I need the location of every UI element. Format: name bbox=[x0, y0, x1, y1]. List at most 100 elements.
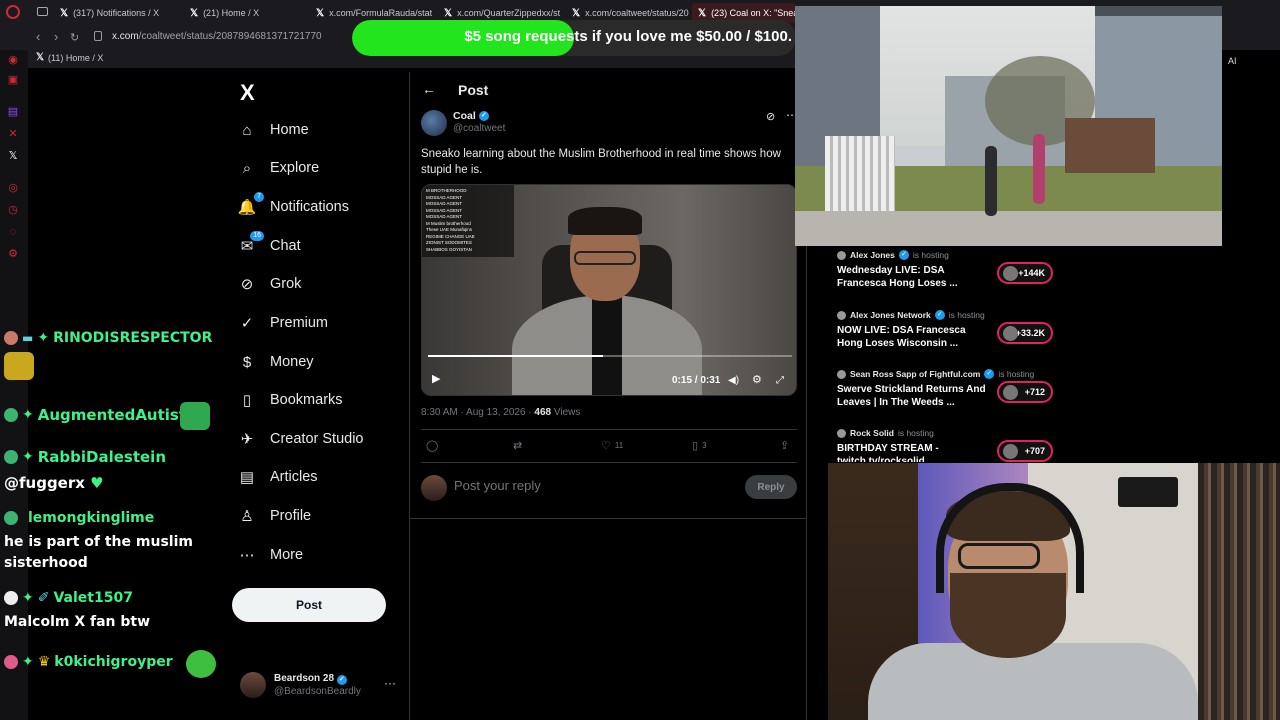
chat-message: ✦ AugmentedAutist bbox=[4, 406, 186, 424]
host-name: Sean Ross Sapp of Fightful.com bbox=[850, 369, 981, 379]
x-sidebar-nav: X ⌂ Home ⌕ Explore 🔔 7 Notifications ✉ 16 Chat ⊘ Gr… bbox=[228, 72, 408, 720]
post-text: Sneako learning about the Muslim Brother… bbox=[421, 148, 781, 176]
avatar bbox=[837, 369, 846, 379]
video-progress-bar[interactable] bbox=[428, 355, 792, 357]
notification-badge: 16 bbox=[250, 231, 264, 241]
user-avatar bbox=[4, 511, 18, 525]
nav-explore[interactable]: ⌕ Explore bbox=[238, 154, 319, 182]
chat-username: Valet1507 bbox=[53, 590, 133, 606]
browser-tab[interactable]: 𝕏 (21) Home / X bbox=[184, 3, 310, 23]
account-more-icon[interactable]: ··· bbox=[384, 676, 396, 690]
notification-badge: 7 bbox=[254, 192, 264, 202]
overlay-text-line: MOSSAD AGENT bbox=[426, 201, 463, 206]
hosting-item[interactable]: Alex Jones Network ✓ is hosting NOW LIVE: … bbox=[837, 310, 1057, 350]
volume-icon[interactable]: ◀) bbox=[728, 375, 739, 386]
nav-profile[interactable]: ♙ Profile bbox=[238, 502, 311, 530]
share-action[interactable]: ⇪ bbox=[780, 439, 789, 452]
user-avatar bbox=[4, 331, 18, 345]
back-arrow-icon[interactable]: ← bbox=[422, 81, 436, 97]
circle-icon[interactable]: ◎ bbox=[7, 182, 19, 194]
sparkle-badge-icon: ✦ bbox=[37, 330, 50, 346]
user-avatar bbox=[4, 655, 18, 669]
account-switcher[interactable]: Beardson 28 ✓ @BeardsonBeardly ··· bbox=[240, 670, 400, 702]
post-button[interactable]: Post bbox=[232, 588, 386, 622]
history-icon[interactable]: ◷ bbox=[7, 204, 19, 216]
author-avatar[interactable] bbox=[421, 110, 447, 136]
forward-icon[interactable]: › bbox=[54, 29, 58, 44]
bookmark-action[interactable]: ▯ 3 bbox=[692, 439, 707, 452]
hosting-item[interactable]: Rock Solid is hosting BIRTHDAY STREAM - t… bbox=[837, 428, 1057, 462]
video-player[interactable]: M BROTHERHOOD MOSSAD AGENT MOSSAD AGENT MOS… bbox=[421, 184, 797, 396]
nav-notifications[interactable]: 🔔 7 Notifications bbox=[238, 192, 349, 221]
chat-message: ▬ ✦ RINODISRESPECTOR bbox=[4, 330, 212, 346]
nav-grok[interactable]: ⊘ Grok bbox=[238, 270, 302, 298]
nav-label: More bbox=[270, 547, 304, 563]
fullscreen-icon[interactable]: ⤢ bbox=[776, 375, 784, 386]
nav-bookmarks[interactable]: ▯ Bookmarks bbox=[238, 386, 343, 414]
chat-message: lemongkinglime bbox=[4, 510, 154, 526]
account-name-text: Beardson 28 bbox=[274, 673, 335, 684]
nav-label: Grok bbox=[270, 276, 302, 292]
nav-label: Explore bbox=[270, 160, 320, 176]
host-status: is hosting bbox=[998, 369, 1035, 379]
chat-message: ✦ RabbiDalestein bbox=[4, 448, 166, 466]
x-logo-icon: 𝕏 bbox=[316, 7, 325, 19]
bookmark-icon: ▯ bbox=[692, 440, 699, 452]
hosting-item[interactable]: Alex Jones ✓ is hosting Wednesday LIVE: DS… bbox=[837, 250, 1057, 290]
browser-tab[interactable]: 𝕏 (317) Notifications / X bbox=[54, 3, 184, 23]
chat-bubble-icon[interactable]: ◌ bbox=[7, 226, 19, 238]
overlay-text-line: These UAE Munafiqins bbox=[426, 227, 473, 232]
nav-creator-studio[interactable]: ✈ Creator Studio bbox=[238, 425, 364, 453]
nav-label: Home bbox=[270, 122, 309, 138]
video-time: 0:15 / 0:31 bbox=[672, 375, 721, 386]
url-field[interactable]: x.com/coaltweet/status/20878946813717217… bbox=[112, 31, 322, 42]
stream-chat-overlay: ▬ ✦ RINODISRESPECTOR ✦ AugmentedAutist ✦… bbox=[0, 330, 225, 720]
twitch-icon[interactable]: ▤ bbox=[7, 106, 19, 118]
sparkle-badge-icon: ✦ bbox=[22, 590, 34, 606]
x-logo-icon: 𝕏 bbox=[698, 7, 707, 19]
author-name[interactable]: Coal ✓ bbox=[453, 110, 489, 122]
reply-icon: ◯ bbox=[426, 440, 439, 452]
hosting-item[interactable]: Sean Ross Sapp of Fightful.com ✓ is hostin… bbox=[837, 369, 1057, 409]
nav-more[interactable]: ⋯ More bbox=[238, 541, 304, 569]
grok-icon: ⊘ bbox=[240, 276, 254, 293]
chat-text: Malcolm X fan btw bbox=[4, 614, 151, 630]
host-name: Alex Jones bbox=[850, 250, 895, 260]
nav-articles[interactable]: ▤ Articles bbox=[238, 463, 318, 491]
x-app-icon[interactable]: 𝕏 bbox=[7, 150, 19, 162]
extension-icon[interactable]: ✕ bbox=[7, 128, 19, 140]
post-timestamp: 8:30 AM · Aug 13, 2026 · 468 Views bbox=[421, 407, 580, 418]
nav-home[interactable]: ⌂ Home bbox=[238, 116, 309, 144]
play-icon[interactable]: ▶ bbox=[432, 372, 440, 385]
reply-button[interactable]: Reply bbox=[745, 475, 797, 499]
tab-label: x.com/QuarterZippedxx/st bbox=[457, 8, 561, 18]
nav-chat[interactable]: ✉ 16 Chat bbox=[238, 231, 301, 260]
verified-icon: ✓ bbox=[336, 675, 347, 685]
settings-icon[interactable]: ⚙ bbox=[7, 248, 19, 260]
mail-icon[interactable]: ▣ bbox=[7, 74, 19, 86]
tab-overview-icon[interactable] bbox=[37, 7, 48, 16]
bookmark-item[interactable]: (11) Home / X bbox=[48, 53, 103, 63]
back-icon[interactable]: ‹ bbox=[36, 29, 40, 44]
x-home-logo[interactable]: X bbox=[240, 80, 255, 106]
search-icon: ⌕ bbox=[242, 159, 252, 177]
reload-icon[interactable]: ↻ bbox=[70, 31, 79, 44]
x-logo-icon: 𝕏 bbox=[190, 7, 199, 19]
repost-action[interactable]: ⇄ bbox=[513, 439, 522, 452]
views-label: Views bbox=[551, 407, 581, 418]
chat-username: RINODISRESPECTOR bbox=[53, 330, 213, 346]
like-action[interactable]: ♡ 11 bbox=[601, 439, 623, 452]
ai-button[interactable]: AI bbox=[1228, 56, 1237, 66]
author-handle[interactable]: @coaltweet bbox=[453, 123, 505, 134]
messenger-icon[interactable]: ◉ bbox=[7, 54, 19, 66]
overlay-text-line: M BROTHERHOOD bbox=[426, 188, 467, 193]
avatar bbox=[1003, 385, 1018, 400]
reply-input[interactable] bbox=[454, 478, 654, 493]
reply-action[interactable]: ◯ bbox=[426, 439, 438, 452]
grok-explain-icon[interactable]: ⊘ bbox=[766, 110, 775, 123]
settings-icon[interactable]: ⚙ bbox=[752, 373, 762, 386]
divider bbox=[410, 518, 807, 519]
nav-premium[interactable]: ✓ Premium bbox=[238, 309, 328, 337]
nav-money[interactable]: $ Money bbox=[238, 348, 314, 376]
avatar bbox=[1003, 326, 1018, 341]
